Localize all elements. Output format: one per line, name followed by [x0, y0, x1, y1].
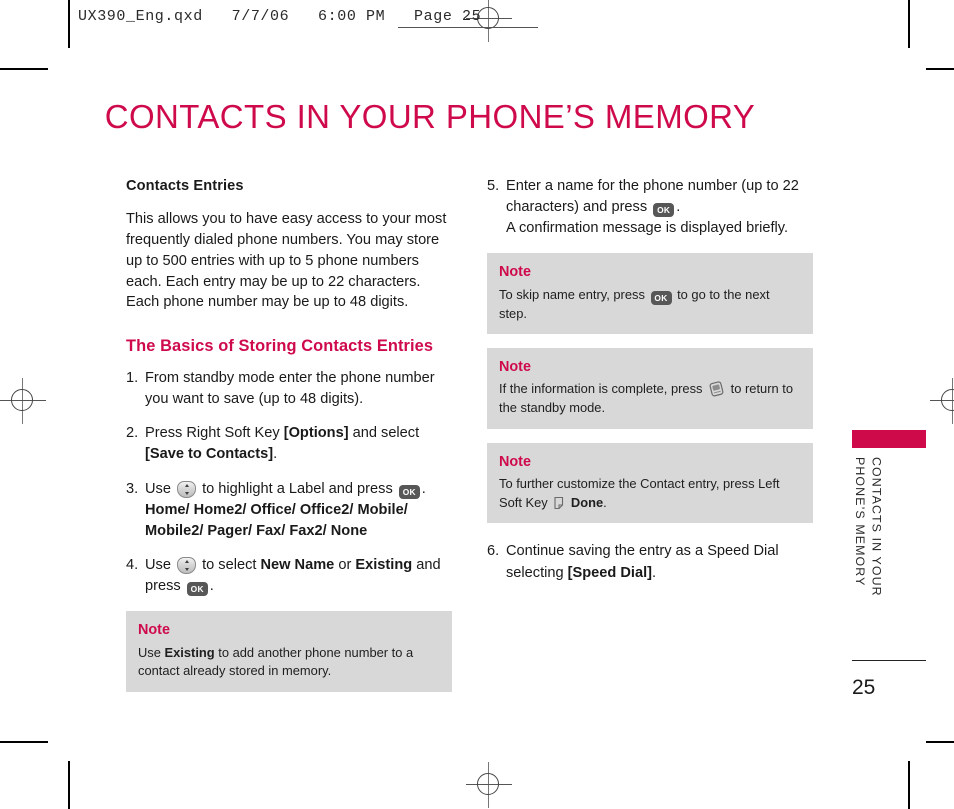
note-title: Note — [138, 622, 170, 639]
step-3-lead: Use — [145, 480, 176, 497]
step-4-tail: . — [209, 578, 214, 595]
step-6-speed-dial: [Speed Dial] — [567, 564, 652, 581]
step-3-mid: to highlight a Label and press — [198, 480, 397, 497]
step-4: 4. Use to select New Name or Existing an… — [126, 555, 452, 597]
note-box-left: Note Use Existing to add another phone n… — [126, 611, 452, 692]
crop-mark-bottom-left-vertical — [68, 761, 70, 809]
right-column: 5. Enter a name for the phone number (up… — [487, 176, 813, 597]
step-4-existing: Existing — [355, 557, 413, 574]
note-box-right-1: Note To skip name entry, press OK to go … — [487, 253, 813, 335]
page-title: CONTACTS IN YOUR PHONE’S MEMORY — [104, 98, 756, 135]
step-2-number: 2. — [126, 425, 139, 442]
step-4-lead: Use — [145, 557, 176, 574]
quark-file-header: UX390_Eng.qxd 7/7/06 6:00 PM Page 25 — [78, 8, 482, 25]
note-3-done: Done — [570, 494, 604, 510]
step-5-number: 5. — [487, 178, 500, 194]
step-6-tail: . — [652, 564, 657, 581]
ok-key-icon: OK — [653, 203, 675, 218]
note-box-right-2: Note If the information is complete, pre… — [487, 348, 813, 429]
soft-key-icon — [553, 496, 565, 510]
step-5-line2: A confirmation message is displayed brie… — [506, 220, 789, 237]
end-key-icon — [708, 381, 725, 397]
step-3-number: 3. — [126, 480, 139, 497]
note-3-tail: . — [603, 494, 607, 510]
ok-key-icon: OK — [398, 484, 420, 499]
page-number-rule — [852, 660, 926, 662]
left-column: Contacts Entries This allows you to have… — [126, 176, 452, 706]
step-5: 5. Enter a name for the phone number (up… — [487, 176, 813, 239]
navigation-key-icon — [177, 480, 197, 498]
step-3-label-list: Home/ Home2/ Office/ Office2/ Mobile/ Mo… — [145, 501, 408, 539]
crop-mark-top-left-horizontal — [0, 68, 48, 70]
step-2-tail: . — [273, 446, 278, 463]
note-body: Use Existing to add another phone number… — [138, 644, 440, 681]
step-2-mid: and select — [348, 425, 420, 442]
note-box-right-3: Note To further customize the Contact en… — [487, 442, 813, 524]
step-3-text: Use to highlight a Label and press OK. Ho… — [145, 479, 452, 542]
note-existing: Existing — [164, 644, 215, 660]
step-3-tail: . — [421, 480, 426, 497]
step-1: 1. From standby mode enter the phone num… — [126, 368, 452, 410]
note-1-lead: To skip name entry, press — [499, 286, 649, 302]
step-2-text: Press Right Soft Key [Options] and selec… — [145, 423, 452, 465]
note-title: Note — [499, 359, 531, 376]
crop-mark-top-left-vertical — [68, 0, 70, 48]
step-6-text: Continue saving the entry as a Speed Dia… — [506, 541, 813, 583]
note-2-lead: If the information is complete, press — [499, 381, 707, 397]
step-4-number: 4. — [126, 557, 139, 574]
side-tab-line-2: PHONE’S MEMORY — [853, 457, 868, 587]
side-tab-bar — [852, 430, 926, 448]
crop-mark-bottom-left-horizontal — [0, 741, 48, 743]
step-2-options: [Options] — [283, 425, 349, 442]
note-title: Note — [499, 264, 531, 281]
section-heading: Contacts Entries — [126, 178, 244, 194]
side-tab: CONTACTS IN YOUR PHONE’S MEMORY — [852, 430, 926, 607]
ok-key-icon: OK — [186, 582, 208, 597]
step-4-mid: to select — [198, 557, 261, 574]
step-6: 6. Continue saving the entry as a Speed … — [487, 541, 813, 583]
intro-paragraph: This allows you to have easy access to y… — [126, 211, 447, 311]
step-1-number: 1. — [126, 369, 139, 386]
crop-mark-bottom-right-horizontal — [926, 741, 954, 743]
sub-heading: The Basics of Storing Contacts Entries — [126, 337, 434, 356]
side-tab-line-1: CONTACTS IN YOUR — [869, 457, 884, 597]
step-4-new-name: New Name — [260, 557, 335, 574]
note-title: Note — [499, 453, 531, 470]
page-number: 25 — [852, 676, 876, 699]
step-5-tail: . — [676, 199, 681, 216]
header-rule — [398, 27, 538, 29]
step-3: 3. Use to highlight a Label and press OK… — [126, 479, 452, 542]
note-3-lead: To further customize the Contact entry, … — [499, 476, 780, 510]
step-6-number: 6. — [487, 543, 500, 560]
note-body: If the information is complete, press to… — [499, 380, 801, 417]
registration-mark-left — [0, 378, 46, 424]
step-2-save-to-contacts: [Save to Contacts] — [145, 446, 274, 463]
step-1-text: From standby mode enter the phone number… — [145, 369, 435, 408]
crop-mark-bottom-right-vertical — [908, 761, 910, 809]
side-tab-text: CONTACTS IN YOUR PHONE’S MEMORY — [852, 457, 884, 607]
ok-key-icon: OK — [650, 290, 672, 305]
registration-mark-right — [930, 378, 954, 424]
step-4-text: Use to select New Name or Existing and p… — [145, 555, 452, 597]
note-body: To skip name entry, press OK to go to th… — [499, 286, 801, 324]
step-2-lead: Press Right Soft Key — [145, 425, 284, 442]
step-4-mid2: or — [334, 557, 356, 574]
step-2: 2. Press Right Soft Key [Options] and se… — [126, 423, 452, 465]
crop-mark-top-right-vertical — [908, 0, 910, 48]
registration-mark-bottom — [466, 762, 512, 808]
note-body: To further customize the Contact entry, … — [499, 475, 801, 512]
crop-mark-top-right-horizontal — [926, 68, 954, 70]
step-5-text: Enter a name for the phone number (up to… — [506, 176, 813, 239]
navigation-key-icon — [177, 557, 197, 575]
note-lead: Use — [138, 644, 165, 660]
